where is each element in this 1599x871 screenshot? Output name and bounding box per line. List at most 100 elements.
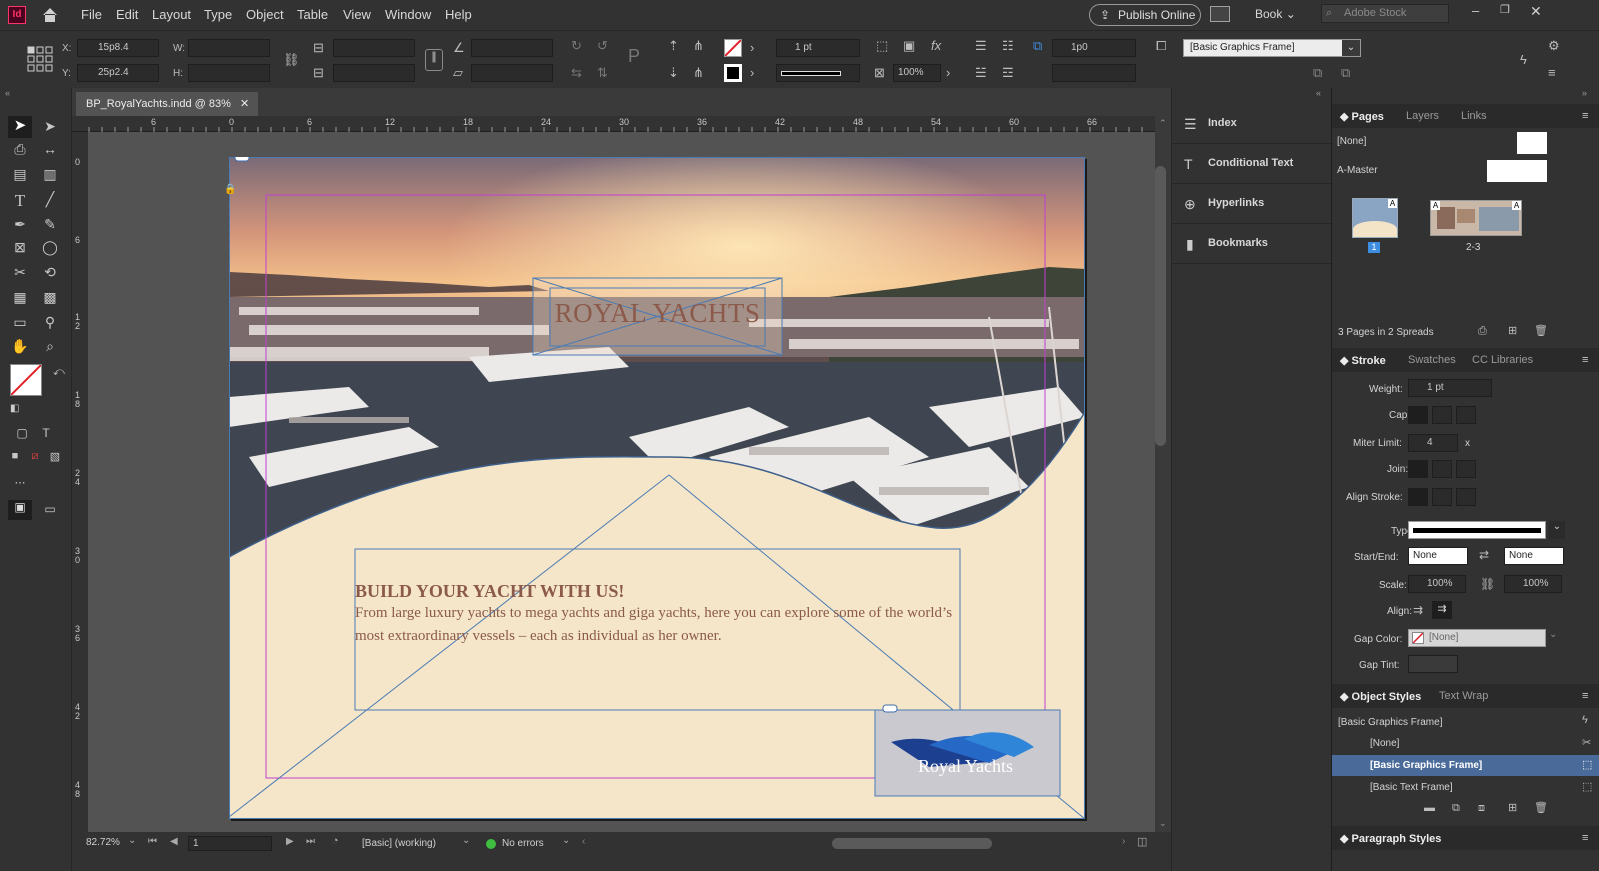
line-tool[interactable]: ╱ (40, 191, 60, 208)
a-master-thumb[interactable] (1487, 160, 1547, 182)
apply-gradient-icon[interactable]: ▧ (45, 450, 65, 463)
hand-tool[interactable]: ✋ (10, 338, 30, 355)
gap-tint-field[interactable] (1408, 655, 1458, 673)
rotate-cw-icon[interactable]: ↻ (571, 39, 582, 53)
bevel-join-button[interactable] (1456, 460, 1476, 478)
miter-field[interactable]: 4 (1408, 434, 1458, 452)
chevron-down-icon[interactable]: ⌄ (1549, 521, 1565, 539)
minimize-icon[interactable]: – (1472, 3, 1479, 18)
scroll-thumb[interactable] (1155, 166, 1166, 446)
content-collector-tool[interactable]: ▤ (10, 166, 30, 183)
close-icon[interactable]: ✕ (1530, 3, 1542, 20)
new-page-icon[interactable]: ⊞ (1508, 324, 1517, 338)
formatting-container-icon[interactable]: ▢ (12, 426, 32, 440)
headline-text[interactable]: ROYAL YACHTS (550, 298, 765, 329)
fill-color-swatch[interactable] (10, 364, 42, 396)
ellipse-tool[interactable]: ◯ (40, 239, 60, 256)
gap-color-select[interactable]: [None] (1408, 629, 1546, 647)
round-cap-button[interactable] (1432, 406, 1452, 424)
clear-overrides-icon[interactable]: ⧉ (1452, 801, 1460, 815)
page-number-field[interactable]: 1 (188, 836, 272, 851)
lock-icon[interactable]: 🔒 (224, 184, 236, 195)
rotate-ccw-icon[interactable]: ↺ (597, 39, 608, 53)
align-inside-stroke-button[interactable] (1432, 488, 1452, 506)
selection-tool[interactable]: ➤ (8, 116, 32, 138)
chevron-down-icon[interactable]: ⌄ (1159, 818, 1167, 829)
lightning-icon[interactable]: ϟ (1520, 53, 1527, 67)
document-page[interactable]: ROYAL YACHTS BUILD YOUR YACHT WITH US! F… (229, 157, 1085, 819)
panel-menu-icon[interactable]: ≡ (1582, 690, 1588, 702)
break-link-icon[interactable]: ⧉ (1341, 66, 1350, 80)
h-field[interactable] (188, 64, 270, 82)
trash-icon[interactable]: 🗑 (1534, 801, 1548, 815)
direct-selection-tool[interactable]: ➤ (40, 118, 60, 135)
start-select[interactable]: None (1408, 547, 1468, 565)
miter-join-button[interactable] (1408, 460, 1428, 478)
next-page-icon[interactable]: ▶ (286, 836, 294, 847)
panel-menu-icon[interactable]: ≡ (1582, 354, 1588, 366)
link-scale-icon[interactable]: ⛓ (1480, 577, 1495, 591)
tab-cc-libraries[interactable]: CC Libraries (1472, 354, 1533, 366)
butt-cap-button[interactable] (1408, 406, 1428, 424)
rectangle-frame-tool[interactable]: ⊠ (10, 239, 30, 256)
tab-paragraph-styles[interactable]: ◆ Paragraph Styles (1340, 832, 1441, 845)
style-status[interactable]: [Basic] (working) (362, 838, 436, 849)
menu-help[interactable]: Help (445, 7, 472, 22)
end-select[interactable]: None (1504, 547, 1564, 565)
fill-swatch[interactable] (724, 39, 742, 57)
opacity-arrow-icon[interactable]: › (946, 66, 950, 80)
flip-vertical-icon[interactable]: ⇅ (597, 66, 608, 80)
pencil-tool[interactable]: ✎ (40, 216, 60, 233)
round-join-button[interactable] (1432, 460, 1452, 478)
preflight-status[interactable]: No errors (502, 838, 544, 849)
align-outside-stroke-button[interactable] (1456, 488, 1476, 506)
spread-2-3-thumb[interactable]: A A (1430, 200, 1522, 236)
stroke-swatch[interactable] (724, 64, 742, 82)
zoom-field[interactable]: 82.72% (86, 837, 120, 848)
chevron-down-icon[interactable]: ⌄ (562, 835, 570, 846)
last-page-icon[interactable]: ⏭ (306, 836, 315, 847)
apply-none-icon[interactable]: ⧄ (25, 450, 45, 463)
normal-mode-icon[interactable]: ▣ (8, 500, 32, 520)
select-previous-icon[interactable]: ⋔ (693, 39, 704, 53)
paragraph-styles-header[interactable]: ◆ Paragraph Styles ≡ (1332, 826, 1599, 850)
stroke-arrow-icon[interactable]: › (750, 66, 754, 80)
pen-tool[interactable]: ✒ (10, 216, 30, 233)
panel-conditional-text[interactable]: T Conditional Text (1172, 144, 1332, 184)
object-style-item[interactable]: [Basic Text Frame] ⬚ (1332, 777, 1599, 798)
scale-x-field[interactable] (333, 39, 415, 57)
reference-point-icon[interactable] (27, 46, 53, 72)
prev-page-icon[interactable]: ◀ (170, 836, 178, 847)
flip-horizontal-icon[interactable]: ⇆ (571, 66, 582, 80)
scale-y-field[interactable] (333, 64, 415, 82)
open-in-folder-icon[interactable]: ◔ (332, 835, 339, 847)
offset-field[interactable]: 1p0 (1052, 39, 1136, 57)
gear-icon[interactable]: ⚙ (1548, 39, 1560, 53)
first-page-icon[interactable]: ⏮ (148, 836, 157, 847)
distribute-icon[interactable]: ☱ (975, 66, 987, 80)
panel-index[interactable]: ☰ Index (1172, 104, 1332, 144)
content-placer-tool[interactable]: ▥ (40, 166, 60, 183)
chevron-down-icon[interactable]: ⌄ (128, 835, 136, 846)
apply-color-icon[interactable]: ■ (5, 450, 25, 462)
opacity-field[interactable]: 100% (893, 64, 941, 82)
none-master-thumb[interactable] (1517, 132, 1547, 154)
chevron-down-icon[interactable]: ⌄ (1549, 629, 1557, 640)
select-content-icon[interactable]: ⇣ (668, 66, 679, 80)
fit-frame-icon[interactable]: ⬚ (876, 39, 888, 53)
y-field[interactable]: 25p2.4 (77, 64, 159, 82)
eyedropper-tool[interactable]: ⚲ (40, 314, 60, 331)
scroll-right-icon[interactable]: › (1122, 836, 1125, 847)
tab-layers[interactable]: Layers (1406, 110, 1439, 122)
menu-file[interactable]: File (81, 7, 102, 22)
horizontal-scroll-thumb[interactable] (832, 838, 992, 849)
menu-window[interactable]: Window (385, 7, 431, 22)
hamburger-menu-icon[interactable]: ≡ (1548, 66, 1556, 80)
fx-icon[interactable]: fx (931, 39, 941, 53)
zoom-tool[interactable]: ⌕ (40, 338, 60, 355)
collapse-dock-icon[interactable]: » (1582, 88, 1587, 98)
trash-icon[interactable]: 🗑 (1534, 324, 1548, 338)
distribute2-icon[interactable]: ☲ (1002, 66, 1014, 80)
rotate-field[interactable] (471, 39, 553, 57)
align-center-stroke-button[interactable] (1408, 488, 1428, 506)
